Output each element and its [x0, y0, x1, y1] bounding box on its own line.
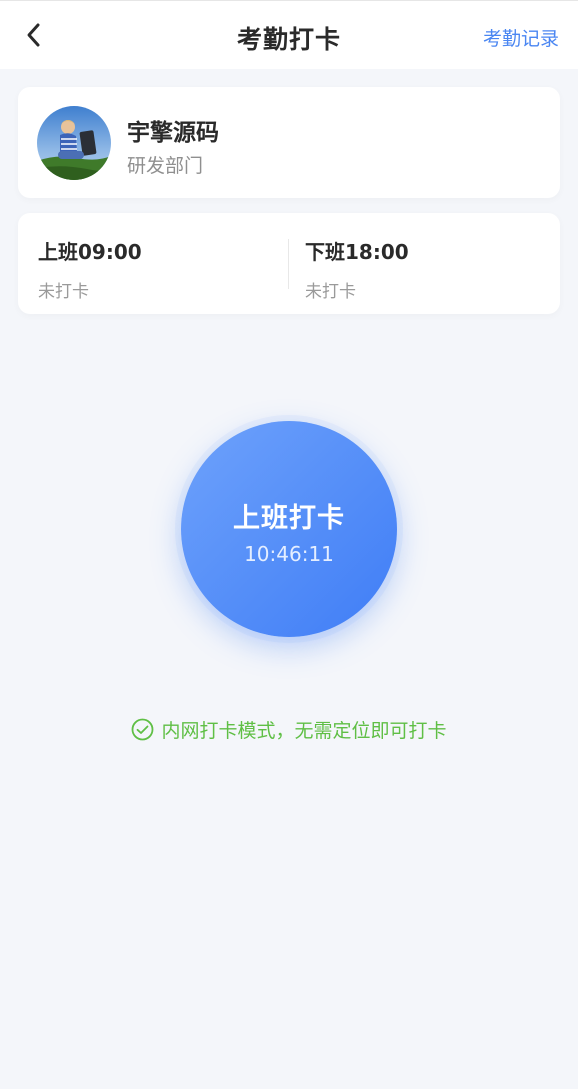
shift-off-status: 未打卡 — [305, 282, 356, 302]
mode-hint-text: 内网打卡模式，无需定位即可打卡 — [161, 720, 447, 742]
shift-off-duty: 下班18:00 未打卡 — [305, 236, 409, 302]
shift-divider — [288, 239, 289, 289]
mode-hint: 内网打卡模式，无需定位即可打卡 — [0, 716, 578, 743]
shift-card: 上班09:00 未打卡 下班18:00 未打卡 — [18, 213, 560, 314]
user-department: 研发部门 — [127, 155, 204, 177]
shift-off-title: 下班18:00 — [305, 240, 409, 264]
check-circle-icon — [131, 718, 154, 741]
user-name: 宇擎源码 — [127, 120, 219, 146]
shift-on-title: 上班09:00 — [38, 240, 142, 264]
avatar — [37, 106, 111, 180]
punch-label: 上班打卡 — [233, 503, 345, 534]
punch-in-button[interactable]: 上班打卡 10:46:11 — [181, 421, 397, 637]
profile-card: 宇擎源码 研发部门 — [18, 87, 560, 198]
punch-clock: 10:46:11 — [244, 542, 334, 566]
header-bar: 考勤打卡 考勤记录 — [0, 0, 578, 69]
shift-on-duty: 上班09:00 未打卡 — [38, 236, 142, 302]
attendance-record-link[interactable]: 考勤记录 — [483, 24, 559, 51]
attendance-page: 考勤打卡 考勤记录 宇擎源码 研发部门 上班09:00 未打卡 下班18:00 … — [0, 0, 578, 1089]
shift-on-status: 未打卡 — [38, 282, 89, 302]
